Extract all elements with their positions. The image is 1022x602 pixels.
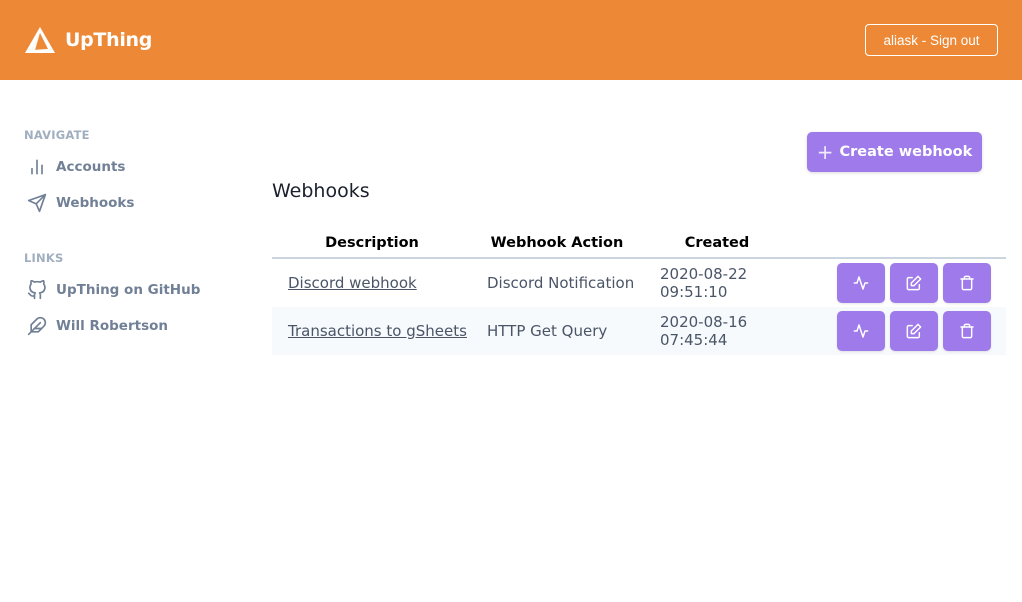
webhook-description-link[interactable]: Transactions to gSheets [288,322,467,340]
table-row: Transactions to gSheets HTTP Get Query 2… [272,307,1006,355]
test-webhook-button[interactable] [837,263,885,303]
trash-icon [960,275,974,291]
webhook-action: HTTP Get Query [487,322,608,340]
column-header-action: Webhook Action [490,234,624,251]
create-webhook-button[interactable]: + Create webhook [807,132,982,172]
top-header: UpThing aliask - Sign out [0,0,1022,80]
edit-webhook-button[interactable] [890,263,938,303]
feather-icon [27,316,47,336]
navigate-section: NAVIGATE Accounts Webhooks [24,128,244,221]
sidebar-item-label: Webhooks [56,195,135,211]
edit-webhook-button[interactable] [890,311,938,351]
column-header-description: Description [325,234,419,251]
bar-chart-icon [31,159,43,175]
brand-logo[interactable]: UpThing [24,26,152,54]
webhook-created: 2020-08-16 07:45:44 [660,313,748,349]
table-row: Discord webhook Discord Notification 202… [272,259,1006,307]
plus-icon: + [816,140,834,164]
sidebar-link-github[interactable]: UpThing on GitHub [24,272,244,308]
activity-icon [853,276,869,290]
delete-webhook-button[interactable] [943,263,991,303]
edit-icon [906,323,922,339]
links-heading: LINKS [24,251,64,265]
create-webhook-label: Create webhook [839,144,973,160]
edit-icon [906,275,922,291]
sign-out-button[interactable]: aliask - Sign out [865,24,998,56]
sidebar-item-label: Will Robertson [56,318,168,334]
test-webhook-button[interactable] [837,311,885,351]
webhook-action: Discord Notification [487,274,635,292]
webhook-description-link[interactable]: Discord webhook [288,274,417,292]
page-title: Webhooks [272,180,370,202]
webhook-created: 2020-08-22 09:51:10 [660,265,748,301]
sidebar-item-accounts[interactable]: Accounts [24,149,244,185]
trash-icon [960,323,974,339]
row-actions [792,263,1006,303]
github-icon [27,280,46,300]
activity-icon [853,324,869,338]
sidebar-item-webhooks[interactable]: Webhooks [24,185,244,221]
navigate-heading: NAVIGATE [24,128,90,142]
column-header-created: Created [684,234,750,251]
upthing-logo-icon [25,27,55,53]
table-header: Description Webhook Action Created [272,228,1006,259]
row-actions [792,311,1006,351]
webhooks-table: Description Webhook Action Created Disco… [272,228,1006,355]
app-name: UpThing [65,29,153,51]
sidebar: NAVIGATE Accounts Webhooks LINKS UpThing… [24,128,244,344]
delete-webhook-button[interactable] [943,311,991,351]
sidebar-link-author[interactable]: Will Robertson [24,308,244,344]
sidebar-item-label: UpThing on GitHub [56,282,201,298]
sidebar-item-label: Accounts [56,159,126,175]
links-section: LINKS UpThing on GitHub Will Robertson [24,251,244,344]
send-icon [27,193,47,213]
